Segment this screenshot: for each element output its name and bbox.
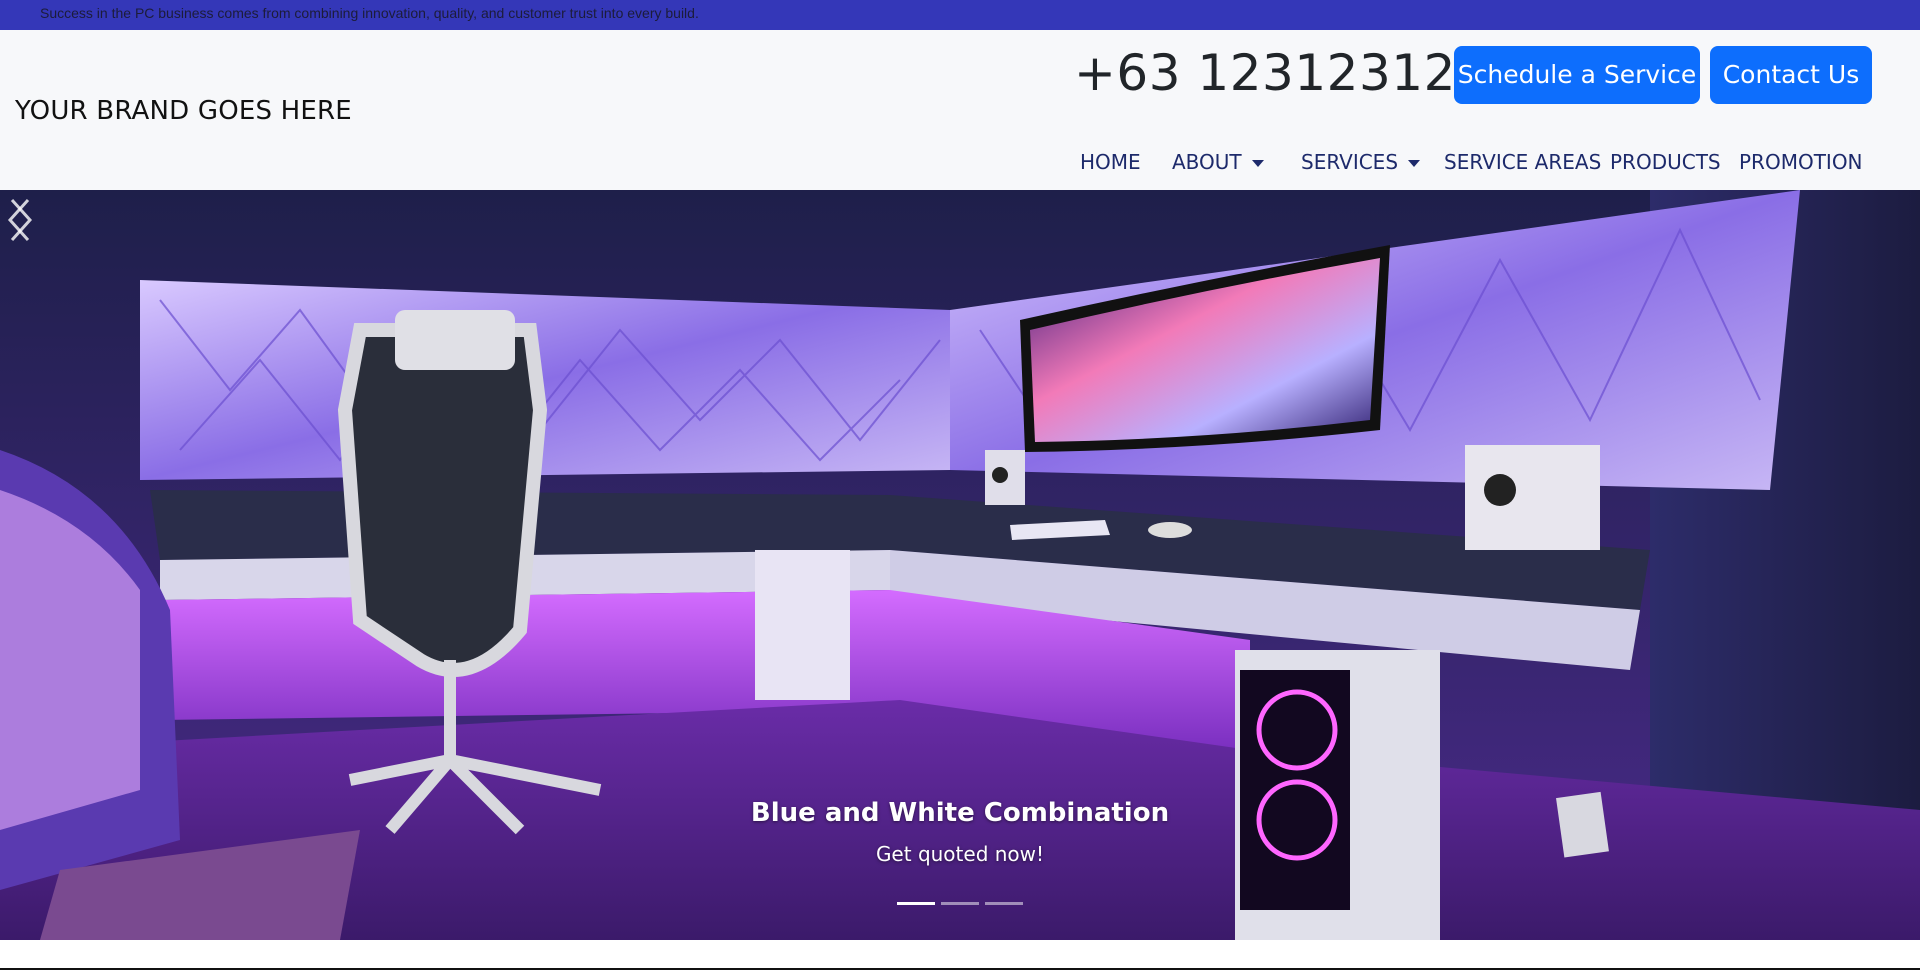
schedule-service-button[interactable]: Schedule a Service bbox=[1454, 46, 1700, 104]
page-content-start bbox=[0, 940, 1920, 970]
nav-item-service-areas[interactable]: SERVICE AREAS bbox=[1444, 142, 1601, 182]
nav-item-label: ABOUT bbox=[1172, 150, 1242, 174]
carousel-indicator-3[interactable] bbox=[985, 902, 1023, 905]
nav-item-home[interactable]: HOME bbox=[1080, 142, 1141, 182]
nav-item-products[interactable]: PRODUCTS bbox=[1610, 142, 1721, 182]
nav-item-label: PROMOTION bbox=[1739, 150, 1863, 174]
caret-down-icon bbox=[1251, 160, 1264, 167]
nav-item-services[interactable]: SERVICES bbox=[1301, 142, 1421, 182]
brand-logo[interactable]: YOUR BRAND GOES HERE bbox=[15, 96, 352, 126]
top-announcement-bar: Success in the PC business comes from co… bbox=[0, 0, 1920, 30]
chevron-right-icon[interactable] bbox=[0, 190, 40, 250]
slide-caption: Get quoted now! bbox=[875, 842, 1045, 866]
nav-item-about[interactable]: ABOUT bbox=[1172, 142, 1264, 182]
nav-item-label: SERVICES bbox=[1301, 150, 1399, 174]
tagline-text: Success in the PC business comes from co… bbox=[40, 5, 699, 21]
carousel-indicator-1[interactable] bbox=[897, 902, 935, 905]
carousel-indicator-2[interactable] bbox=[941, 902, 979, 905]
hero-carousel: Blue and White Combination Get quoted no… bbox=[0, 190, 1920, 940]
nav-item-promotion[interactable]: PROMOTION bbox=[1739, 142, 1863, 182]
nav-item-label: SERVICE AREAS bbox=[1444, 150, 1602, 174]
nav-item-label: PRODUCTS bbox=[1610, 150, 1721, 174]
main-navigation: HOME ABOUT SERVICES SERVICE AREAS PRODUC… bbox=[0, 142, 1920, 182]
slide-title: Blue and White Combination bbox=[750, 798, 1170, 828]
site-header: YOUR BRAND GOES HERE +63 1231231231 Sche… bbox=[0, 30, 1920, 190]
caret-down-icon bbox=[1408, 160, 1421, 167]
nav-item-label: HOME bbox=[1080, 150, 1141, 174]
contact-us-button[interactable]: Contact Us bbox=[1710, 46, 1872, 104]
carousel-indicators bbox=[0, 902, 1920, 908]
